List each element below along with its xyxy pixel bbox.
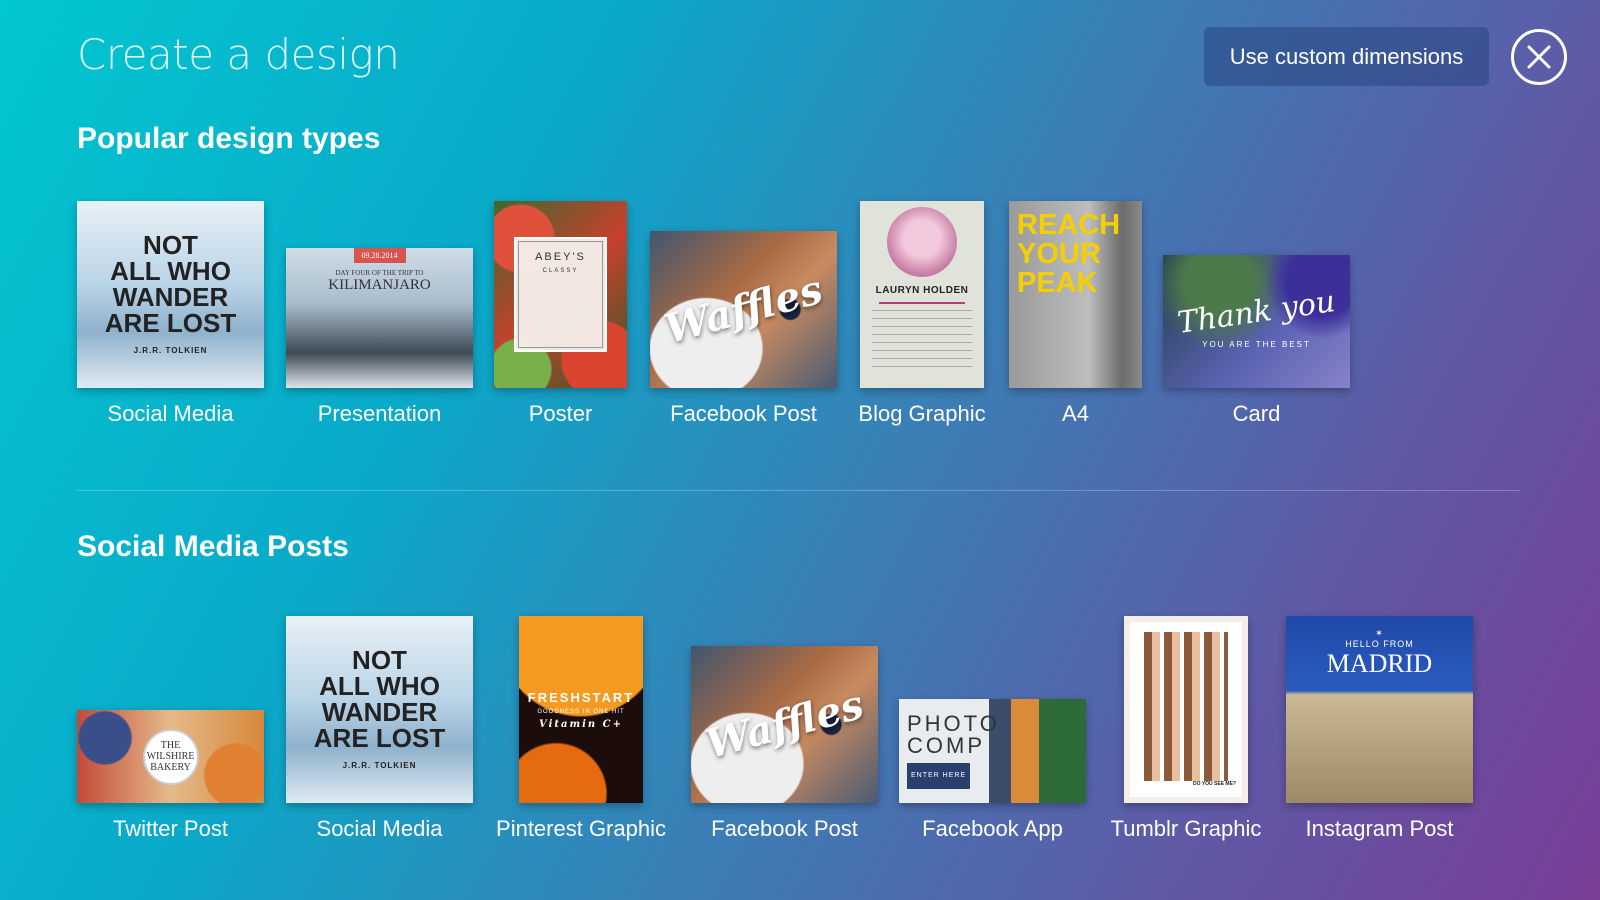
- thumbnail-text: Thank you: [1175, 283, 1338, 341]
- close-icon: [1527, 45, 1551, 69]
- design-thumbnail[interactable]: NOT ALL WHO WANDER ARE LOST J.R.R. TOLKIEN: [77, 201, 264, 388]
- thumbnail-text: ABEY'S: [535, 250, 586, 263]
- design-type-card[interactable]: THE WILSHIRE BAKERY Twitter Post: [77, 710, 264, 843]
- thumbnail-text: WANDER: [112, 281, 229, 312]
- design-thumbnail[interactable]: LAURYN HOLDEN: [860, 201, 984, 388]
- thumbnail-text: REACH: [1017, 209, 1121, 241]
- design-type-label[interactable]: Social Media: [51, 401, 291, 427]
- thumbnail-text: Waffles: [700, 680, 869, 769]
- thumbnail-text: PEAK: [1017, 267, 1098, 299]
- design-type-card[interactable]: ✶ HELLO FROM MADRID Instagram Post: [1286, 616, 1473, 843]
- section-title-popular: Popular design types: [77, 122, 381, 155]
- design-thumbnail[interactable]: REACH YOUR PEAK: [1009, 201, 1142, 388]
- close-button[interactable]: [1511, 29, 1567, 85]
- use-custom-dimensions-button[interactable]: Use custom dimensions: [1204, 27, 1489, 86]
- design-type-card[interactable]: NOT ALL WHO WANDER ARE LOST J.R.R. TOLKIEN S…: [286, 616, 473, 843]
- thumbnail-text: FRESHSTART: [527, 689, 635, 705]
- thumbnail-text: WANDER: [321, 696, 438, 727]
- design-type-label[interactable]: Card: [1137, 401, 1377, 427]
- thumbnail-text: PHOTO: [907, 711, 1000, 736]
- design-thumbnail[interactable]: Waffles: [650, 231, 837, 388]
- design-thumbnail[interactable]: NOT ALL WHO WANDER ARE LOST J.R.R. TOLKIEN: [286, 616, 473, 803]
- thumbnail-text: HELLO FROM: [1345, 639, 1414, 649]
- thumbnail-text: KILIMANJARO: [328, 277, 431, 293]
- design-thumbnail[interactable]: ABEY'S CLASSY: [494, 201, 627, 388]
- thumbnail-text: ALL WHO: [319, 670, 440, 701]
- design-thumbnail[interactable]: Thank you YOU ARE THE BEST: [1163, 255, 1350, 388]
- thumbnail-text: YOUR: [1017, 238, 1101, 270]
- thumbnail-text: COMP: [907, 733, 985, 758]
- design-type-label[interactable]: Twitter Post: [51, 816, 291, 842]
- section-title-social: Social Media Posts: [77, 530, 349, 563]
- thumbnail-text: ENTER HERE: [907, 763, 971, 789]
- design-type-card[interactable]: DO YOU SEE ME? Tumblr Graphic: [1111, 616, 1261, 843]
- thumbnail-text: 09.28.2014: [353, 248, 406, 263]
- design-type-card[interactable]: LAURYN HOLDEN Blog Graphic: [858, 201, 986, 428]
- thumbnail-text: Vitamin C+: [539, 718, 623, 730]
- thumbnail-text: ARE LOST: [104, 307, 237, 338]
- design-thumbnail[interactable]: PHOTO COMP ENTER HERE: [899, 699, 1086, 803]
- thumbnail-text: GOODNESS IN ONE HIT: [537, 708, 625, 715]
- design-thumbnail[interactable]: FRESHSTART GOODNESS IN ONE HIT Vitamin C+: [519, 616, 643, 803]
- design-type-card[interactable]: Thank you YOU ARE THE BEST Card: [1163, 255, 1350, 428]
- thumbnail-text: ARE LOST: [313, 722, 446, 753]
- thumbnail-text: ALL WHO: [110, 255, 231, 286]
- design-type-card[interactable]: Waffles Facebook Post: [650, 231, 837, 428]
- thumbnail-text: NOT: [352, 644, 407, 675]
- thumbnail-text: Waffles: [659, 265, 828, 354]
- thumbnail-text: J.R.R. TOLKIEN: [342, 760, 417, 770]
- section-divider: [77, 490, 1520, 491]
- page-title: Create a design: [77, 30, 400, 79]
- design-thumbnail[interactable]: 09.28.2014 DAY FOUR OF THE TRIP TO KILIMAN…: [286, 248, 473, 388]
- thumbnail-text: DAY FOUR OF THE TRIP TO: [335, 269, 424, 277]
- design-type-label[interactable]: Facebook Post: [665, 816, 905, 842]
- design-type-card[interactable]: FRESHSTART GOODNESS IN ONE HIT Vitamin C+ …: [496, 616, 666, 843]
- design-thumbnail[interactable]: DO YOU SEE ME?: [1124, 616, 1248, 803]
- design-type-card[interactable]: Waffles Facebook Post: [691, 646, 878, 843]
- portrait-image: [887, 207, 957, 277]
- design-type-card[interactable]: ABEY'S CLASSY Poster: [494, 201, 627, 428]
- thumbnail-text: THE WILSHIRE BAKERY: [146, 740, 195, 773]
- design-type-card[interactable]: PHOTO COMP ENTER HERE Facebook App: [899, 699, 1086, 843]
- design-type-card[interactable]: REACH YOUR PEAK A4: [1009, 201, 1142, 428]
- design-thumbnail[interactable]: THE WILSHIRE BAKERY: [77, 710, 264, 803]
- thumbnail-text: J.R.R. TOLKIEN: [133, 345, 208, 355]
- thumbnail-text: CLASSY: [542, 267, 579, 274]
- thumbnail-text: YOU ARE THE BEST: [1202, 339, 1311, 349]
- thumbnail-text: NOT: [143, 229, 198, 260]
- design-thumbnail[interactable]: ✶ HELLO FROM MADRID: [1286, 616, 1473, 803]
- thumbnail-text: LAURYN HOLDEN: [875, 285, 969, 296]
- thumbnail-text: DO YOU SEE ME?: [1193, 780, 1236, 787]
- design-thumbnail[interactable]: Waffles: [691, 646, 878, 803]
- design-type-card[interactable]: NOT ALL WHO WANDER ARE LOST J.R.R. TOLKIEN S…: [77, 201, 264, 428]
- design-type-label[interactable]: Instagram Post: [1260, 816, 1500, 842]
- thumbnail-text: MADRID: [1326, 649, 1433, 678]
